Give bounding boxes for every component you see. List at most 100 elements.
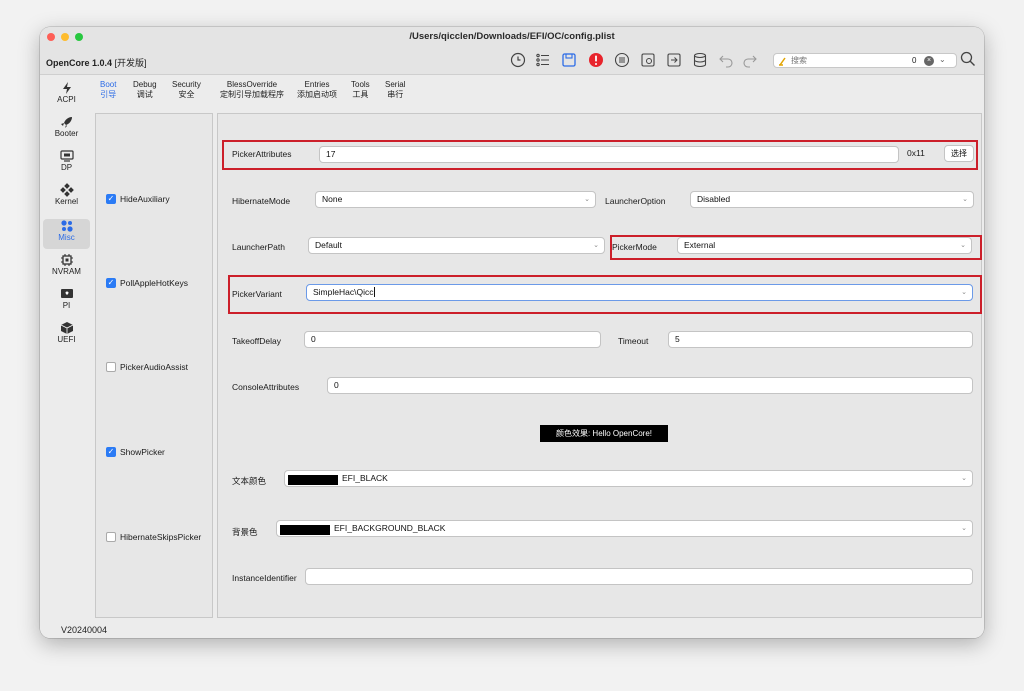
tab-boot[interactable]: Boot 引导 [100,80,116,100]
checkbox-poll-apple-hotkeys[interactable]: ✓ PollAppleHotKeys [106,278,188,288]
sidebar-item-booter[interactable]: Booter [43,115,90,145]
timeout-input[interactable]: 5 [668,331,973,348]
tab-boot-zh: 引导 [100,90,117,99]
sidebar-label-dp: DP [60,163,73,172]
tab-security[interactable]: Security 安全 [172,80,201,100]
window-title: /Users/qicclen/Downloads/EFI/OC/config.p… [409,31,615,42]
search-input[interactable]: 搜索 [778,55,807,66]
sidebar-item-nvram[interactable]: NVRAM [43,253,90,283]
display-icon [59,150,74,162]
app-version-label: OpenCore 1.0.4 [46,58,113,68]
launcher-path-value: Default [315,240,342,250]
tab-boot-en: Boot [100,80,117,89]
tab-security-zh: 安全 [178,90,195,99]
database-icon[interactable] [691,51,709,69]
tab-bless-override-en: BlessOverride [226,80,278,89]
status-bar: V20240004 [40,621,984,638]
sidebar-label-acpi: ACPI [57,95,76,104]
background-color-value: EFI_BACKGROUND_BLACK [334,523,446,533]
tab-bless-override[interactable]: BlessOverride 定制引导加载程序 [220,80,284,100]
app-name: OpenCore 1.0.4 [开发版] [46,56,147,69]
search-box[interactable]: 搜索 0 × ⌄ [773,53,957,68]
alert-icon[interactable] [587,51,605,69]
instance-identifier-input[interactable] [305,568,973,585]
sidebar-item-kernel[interactable]: Kernel [43,183,90,213]
save-icon[interactable] [560,51,578,69]
checkmark-icon[interactable]: ✓ [106,194,116,204]
broom-icon [779,57,786,66]
chevron-down-icon: ⌄ [961,475,967,482]
sidebar-item-pi[interactable]: PI [43,287,90,317]
chevron-down-icon: ⌄ [584,196,590,203]
launcher-option-value: Disabled [697,194,731,204]
instance-identifier-label: InstanceIdentifier [232,573,297,583]
checkmark-icon[interactable]: ✓ [106,278,116,288]
sidebar-item-dp[interactable]: DP [43,149,90,179]
toolbar: OpenCore 1.0.4 [开发版] 搜索 0 × ⌄ [40,47,984,75]
checkbox-label: HideAuxiliary [120,194,170,204]
tab-tools[interactable]: Tools 工具 [351,80,370,100]
title-bar: /Users/qicclen/Downloads/EFI/OC/config.p… [40,27,984,47]
text-color-label: 文本颜色 [232,476,267,486]
takeoff-delay-label: TakeoffDelay [232,336,281,346]
checkbox-box[interactable] [106,362,116,372]
launcher-option-select[interactable]: Disabled ⌄ [690,191,974,208]
checkbox-picker-audio-assist[interactable]: PickerAudioAssist [106,362,188,372]
sidebar-label-booter: Booter [54,129,79,138]
launcher-path-label: LauncherPath [232,242,285,252]
background-color-select[interactable]: EFI_BACKGROUND_BLACK ⌄ [276,520,973,537]
color-preview: 颜色效果: Hello OpenCore! [540,425,668,442]
kernel-icon [59,183,74,197]
sidebar-label-kernel: Kernel [54,197,79,206]
undo-icon[interactable] [717,51,735,69]
takeoff-delay-input[interactable]: 0 [304,331,601,348]
launcher-path-select[interactable]: Default ⌄ [308,237,605,254]
chevron-down-icon: ⌄ [961,525,967,532]
checkbox-show-picker[interactable]: ✓ ShowPicker [106,447,165,457]
export-icon[interactable] [665,51,683,69]
timeout-label: Timeout [618,336,649,346]
tab-serial[interactable]: Serial 串行 [385,80,405,100]
hibernate-mode-value: None [322,194,343,204]
clear-search-icon[interactable]: × [924,56,934,66]
config-icon[interactable] [639,51,657,69]
search-options-chevron-icon[interactable]: ⌄ [939,55,946,64]
magnifier-icon[interactable] [959,50,977,68]
console-attributes-input[interactable]: 0 [327,377,973,394]
checkbox-box[interactable] [106,532,116,542]
search-result-count: 0 [912,56,917,65]
sidebar-label-pi: PI [62,301,71,310]
app-edition-label: [开发版] [114,58,147,68]
background-color-swatch [280,525,330,535]
launcher-option-label: LauncherOption [605,196,666,206]
checkbox-label: PickerAudioAssist [120,362,189,372]
highlight-box [228,275,982,314]
search-placeholder: 搜索 [791,56,807,65]
tab-debug[interactable]: Debug 调试 [133,80,157,100]
text-color-value: EFI_BLACK [342,473,388,483]
hibernate-mode-select[interactable]: None ⌄ [315,191,596,208]
redo-icon[interactable] [741,51,759,69]
tab-tools-en: Tools [351,80,370,89]
checkmark-icon[interactable]: ✓ [106,447,116,457]
chevron-down-icon: ⌄ [962,196,968,203]
sidebar-item-misc[interactable]: Misc [43,219,90,249]
list-icon[interactable] [534,51,552,69]
text-color-select[interactable]: EFI_BLACK ⌄ [284,470,973,487]
tab-debug-en: Debug [133,80,157,89]
checkbox-hide-auxiliary[interactable]: ✓ HideAuxiliary [106,194,170,204]
checkbox-hibernate-skips-picker[interactable]: HibernateSkipsPicker [106,532,201,542]
tab-entries[interactable]: Entries 添加启动项 [297,80,337,100]
history-icon[interactable] [509,51,527,69]
sidebar-item-acpi[interactable]: ACPI [43,81,90,111]
hibernate-mode-label: HibernateMode [232,196,291,206]
checkbox-label: PollAppleHotKeys [120,278,189,288]
sidebar: ACPI Booter DP Kernel Misc NVRAM PI UEFI [40,76,95,621]
misc-icon [60,220,73,232]
cube-icon [60,322,73,334]
text-color-swatch [288,475,338,485]
rocket-icon [60,117,72,128]
sidebar-item-uefi[interactable]: UEFI [43,321,90,351]
tab-debug-zh: 调试 [136,90,153,99]
compare-icon[interactable] [613,51,631,69]
